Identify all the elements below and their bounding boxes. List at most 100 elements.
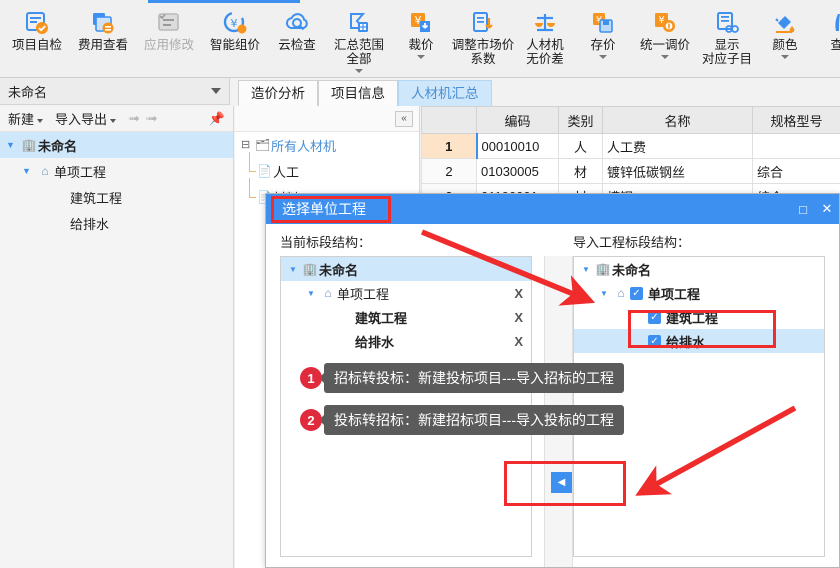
arrow-down-icon[interactable]: ➟: [146, 110, 158, 127]
checkbox-checked[interactable]: ✓: [648, 310, 661, 324]
ribbon-button-apply-modify[interactable]: 应用修改: [136, 4, 202, 76]
ribbon-button-summary-range[interactable]: 汇总范围 全部: [326, 4, 392, 76]
home-icon: ⌂: [41, 164, 49, 178]
chevron-down-icon[interactable]: [599, 55, 607, 59]
current-tree-item[interactable]: 建筑工程 X: [281, 305, 531, 329]
remove-item-button[interactable]: X: [514, 286, 523, 301]
import-tree-item-label: 建筑工程: [666, 310, 719, 326]
expand-collapse-icon[interactable]: ⊟: [241, 138, 255, 152]
import-tree-item-label: 单项工程: [648, 286, 701, 302]
material-tree-item-label: 人工: [273, 164, 300, 180]
column-header-code[interactable]: 编码: [476, 106, 559, 134]
import-tree-item[interactable]: ✓ 建筑工程: [574, 305, 824, 329]
cell-name[interactable]: 人工费: [602, 133, 753, 159]
chevron-down-icon[interactable]: ▼: [285, 265, 301, 274]
ribbon-button-labor-material[interactable]: 人材机 无价差: [516, 4, 574, 76]
chevron-down-icon[interactable]: [355, 69, 363, 73]
table-row[interactable]: 201030005材镀锌低碳钢丝综合kg: [421, 158, 840, 184]
home-icon: ⌂: [324, 286, 332, 300]
project-tree-item-label: 单项工程: [54, 164, 107, 180]
import-tree-item[interactable]: ▼ ⌂ ✓ 单项工程: [574, 281, 824, 305]
ribbon-button-smart-price[interactable]: ¥ 智能组价: [202, 4, 268, 76]
cell-category[interactable]: 材: [558, 158, 603, 184]
show-subitem-icon: [714, 8, 740, 38]
ribbon-button-sublabel: 对应子目: [701, 52, 752, 66]
remove-item-button[interactable]: X: [514, 334, 523, 349]
building-icon: 🏢: [302, 262, 318, 276]
chevron-down-icon[interactable]: [211, 88, 221, 94]
project-selector[interactable]: 未命名: [0, 78, 230, 105]
ribbon-button-find[interactable]: 查找: [814, 4, 840, 76]
ribbon-button-unify-price[interactable]: ¥ 统一调价: [632, 4, 698, 76]
callout-2: 2 投标转招标：新建招标项目---导入投标的工程: [300, 405, 624, 435]
table-row[interactable]: 100010010人人工费元: [421, 133, 840, 159]
project-tree-item[interactable]: 建筑工程: [0, 184, 233, 210]
row-number: 1: [421, 133, 478, 159]
checkbox-checked[interactable]: ✓: [630, 286, 643, 300]
current-tree-item[interactable]: ▼ ⌂ 单项工程 X: [281, 281, 531, 305]
project-tree-item[interactable]: ▼ 🏢 未命名: [0, 132, 233, 158]
ribbon-button-adjust-market-price[interactable]: 调整市场价 系数: [450, 4, 516, 76]
chevron-down-icon[interactable]: ▼: [6, 140, 20, 150]
ribbon-button-show-subitem[interactable]: 显示 对应子目: [698, 4, 756, 76]
callout-2-text: 投标转招标：新建招标项目---导入投标的工程: [324, 405, 624, 435]
cell-name[interactable]: 镀锌低碳钢丝: [602, 158, 753, 184]
close-icon[interactable]: ✕: [815, 201, 839, 217]
ribbon-button-label: 颜色: [772, 38, 798, 52]
remove-item-button[interactable]: X: [514, 310, 523, 325]
ribbon-button-cut-price[interactable]: ¥ 裁价: [392, 4, 450, 76]
import-tree-item[interactable]: ▼ 🏢 未命名: [574, 257, 824, 281]
project-tree-item[interactable]: 给排水: [0, 210, 233, 236]
checkbox-checked[interactable]: ✓: [648, 334, 661, 348]
chevron-down-icon[interactable]: [417, 55, 425, 59]
new-button[interactable]: 新建: [8, 109, 44, 128]
ribbon-button-label: 费用查看: [77, 38, 128, 52]
ribbon-button-label: 显示: [714, 38, 740, 52]
ribbon-button-label: 云检查: [278, 38, 316, 52]
material-tree-item[interactable]: ⊟ 🗂 所有人材机: [235, 132, 419, 158]
cell-spec[interactable]: [752, 133, 840, 159]
tree-root-icon: 🗂: [255, 138, 271, 152]
arrow-up-icon[interactable]: ➟: [128, 110, 140, 127]
current-tree-item-label: 单项工程: [337, 286, 390, 302]
chevron-down-icon[interactable]: ▼: [303, 289, 319, 298]
chevron-down-icon[interactable]: ▼: [596, 289, 612, 298]
ribbon-button-color[interactable]: 颜色: [756, 4, 814, 76]
ribbon-button-fee-view[interactable]: 费用查看: [70, 4, 136, 76]
import-export-button[interactable]: 导入导出: [55, 109, 117, 128]
column-header-category[interactable]: 类别: [558, 106, 603, 134]
dialog-title-bar[interactable]: 选择单位工程 □ ✕: [266, 194, 839, 224]
move-left-icon[interactable]: ◀: [551, 472, 572, 493]
collapse-left-icon[interactable]: «: [395, 110, 413, 127]
material-panel-header: «: [235, 106, 419, 132]
ribbon-button-self-check[interactable]: 项目自检: [4, 4, 70, 76]
cell-code[interactable]: 01030005: [476, 158, 559, 184]
chevron-down-icon[interactable]: ▼: [578, 265, 594, 274]
cell-code[interactable]: 00010010: [476, 133, 559, 159]
project-tree-item[interactable]: ▼ ⌂ 单项工程: [0, 158, 233, 184]
cell-category[interactable]: 人: [558, 133, 603, 159]
tab-2[interactable]: 人材机汇总: [398, 80, 492, 106]
callout-1-text: 招标转投标：新建投标项目---导入招标的工程: [324, 363, 624, 393]
current-tree-item-label: 建筑工程: [355, 310, 408, 326]
chevron-down-icon[interactable]: [661, 55, 669, 59]
tab-0[interactable]: 造价分析: [238, 80, 318, 106]
material-tree-item[interactable]: 📄 人工: [235, 152, 419, 184]
ribbon-button-label: 汇总范围: [333, 38, 384, 52]
import-tree-item[interactable]: ✓ 给排水: [574, 329, 824, 353]
ribbon-button-save-price[interactable]: ¥ 存价: [574, 4, 632, 76]
fee-view-icon: [90, 8, 116, 38]
chevron-down-icon[interactable]: ▼: [22, 166, 36, 176]
current-tree-item[interactable]: ▼ 🏢 未命名: [281, 257, 531, 281]
pin-icon[interactable]: 📌: [209, 111, 225, 127]
cell-spec[interactable]: 综合: [752, 158, 840, 184]
ribbon-button-label: 存价: [590, 38, 616, 52]
maximize-icon[interactable]: □: [791, 202, 815, 217]
apply-modify-icon: [156, 8, 182, 38]
chevron-down-icon[interactable]: [781, 55, 789, 59]
column-header-spec[interactable]: 规格型号: [752, 106, 840, 134]
ribbon-button-cloud-check[interactable]: 云检查: [268, 4, 326, 76]
current-tree-item[interactable]: 给排水 X: [281, 329, 531, 353]
column-header-name[interactable]: 名称: [602, 106, 753, 134]
tab-1[interactable]: 项目信息: [318, 80, 398, 106]
